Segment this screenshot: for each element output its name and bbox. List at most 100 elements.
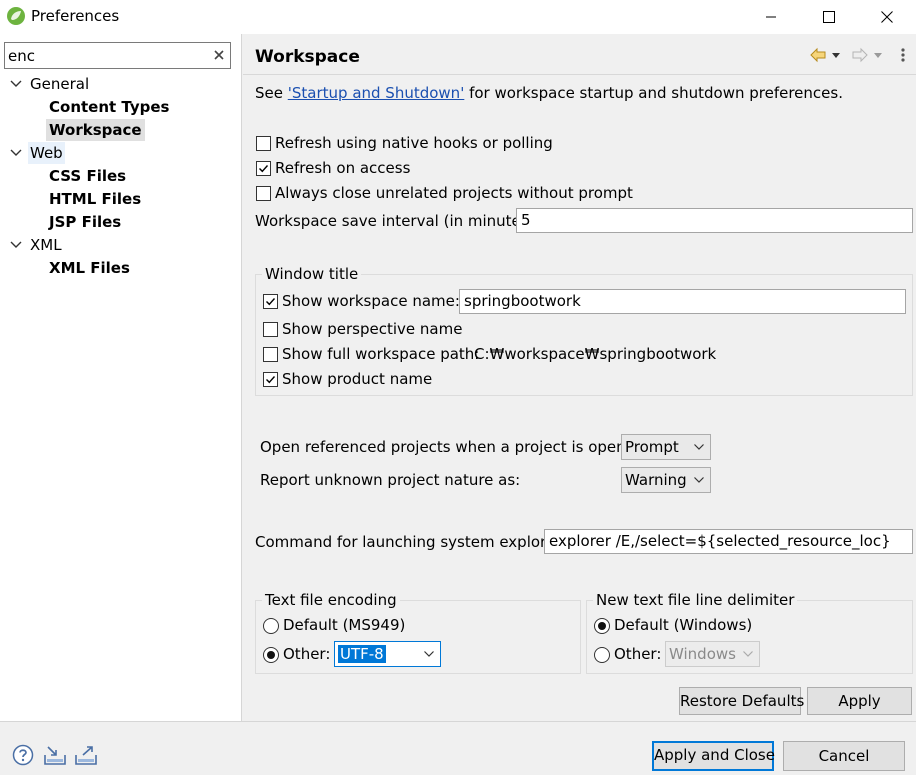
close-button[interactable] [858, 0, 916, 34]
chevron-down-icon[interactable] [10, 73, 22, 95]
maximize-icon [823, 11, 835, 23]
apply-and-close-button[interactable]: Apply and Close [652, 741, 775, 771]
help-icon[interactable] [12, 744, 34, 766]
checkmark-icon [266, 298, 276, 306]
window-title-group: Window title Show workspace name: spring… [255, 265, 913, 396]
explorer-command-input[interactable]: explorer /E,/select=${selected_resource_… [544, 529, 913, 554]
view-menu-icon[interactable] [896, 45, 910, 65]
footer-separator [0, 721, 916, 722]
tree-item-web[interactable]: Web [0, 142, 240, 164]
startup-shutdown-link[interactable]: 'Startup and Shutdown' [288, 84, 465, 102]
tree-item-workspace[interactable]: Workspace [0, 119, 240, 141]
save-interval-input[interactable]: 5 [516, 208, 913, 233]
tree-item-general[interactable]: General [0, 73, 240, 95]
refresh-on-access-checkbox[interactable] [256, 161, 271, 176]
tree-label-xml: XML [30, 236, 62, 254]
window-title-group-title: Window title [262, 265, 362, 283]
delimiter-other-radio[interactable] [594, 647, 610, 663]
hint-suffix: for workspace startup and shutdown prefe… [464, 84, 843, 102]
export-icon[interactable] [74, 744, 98, 766]
startup-hint: See 'Startup and Shutdown' for workspace… [255, 84, 843, 102]
close-icon [881, 11, 893, 23]
import-icon[interactable] [43, 744, 67, 766]
tree-label-content-types: Content Types [49, 98, 170, 116]
chevron-down-icon [694, 444, 704, 450]
open-referenced-value: Prompt [625, 438, 679, 456]
refresh-native-checkbox[interactable] [256, 136, 271, 151]
chevron-down-icon[interactable] [873, 50, 883, 60]
show-full-path-label: Show full workspace path: [282, 345, 480, 363]
full-workspace-path-value: C:₩workspace₩springbootwork [474, 345, 717, 363]
tree-label-web: Web [28, 142, 65, 164]
chevron-down-icon [743, 651, 753, 657]
apply-button[interactable]: Apply [807, 687, 912, 715]
back-arrow-icon[interactable] [808, 45, 828, 65]
always-close-label: Always close unrelated projects without … [275, 184, 633, 202]
tree-item-content-types[interactable]: Content Types [0, 96, 240, 118]
show-perspective-name-label: Show perspective name [282, 320, 463, 338]
maximize-button[interactable] [800, 0, 858, 34]
open-referenced-select[interactable]: Prompt [621, 434, 711, 460]
encoding-other-radio[interactable] [263, 647, 279, 663]
text-encoding-title: Text file encoding [262, 591, 400, 609]
preference-page: Workspace See 'Startup and Shutdown' for… [243, 34, 916, 721]
text-encoding-group: Text file encoding Default (MS949) Other… [255, 591, 581, 674]
unknown-nature-label: Report unknown project nature as: [260, 471, 521, 489]
title-bar: Preferences [0, 0, 916, 34]
encoding-other-label: Other: [283, 645, 331, 663]
tree-item-xml[interactable]: XML [0, 234, 240, 256]
checkmark-icon [266, 376, 276, 384]
tree-item-css-files[interactable]: CSS Files [0, 165, 240, 187]
encoding-other-select[interactable]: UTF-8 [334, 641, 441, 667]
delimiter-other-select[interactable]: Windows [665, 641, 760, 667]
chevron-down-icon [424, 651, 434, 657]
checkmark-icon [259, 165, 269, 173]
tree-item-html-files[interactable]: HTML Files [0, 188, 240, 210]
delimiter-default-radio[interactable] [594, 618, 610, 634]
minimize-icon [766, 16, 776, 18]
open-referenced-label: Open referenced projects when a project … [260, 438, 650, 456]
tree-label-general: General [30, 75, 90, 93]
tree-item-xml-files[interactable]: XML Files [0, 257, 240, 279]
chevron-down-icon[interactable] [10, 142, 22, 164]
tree-label-xml-files: XML Files [49, 259, 130, 277]
show-product-name-label: Show product name [282, 370, 433, 388]
tree-label-workspace: Workspace [46, 119, 145, 141]
page-navigation [808, 45, 913, 65]
hint-prefix: See [255, 84, 288, 102]
show-workspace-name-label: Show workspace name: [282, 292, 460, 310]
tree-label-css-files: CSS Files [49, 167, 127, 185]
show-product-name-checkbox[interactable] [263, 372, 278, 387]
filter-input[interactable] [8, 46, 203, 65]
forward-arrow-icon[interactable] [850, 45, 870, 65]
preference-tree-panel: General Content Types Workspace Web CSS … [0, 34, 242, 721]
spring-leaf-icon [6, 6, 26, 26]
always-close-checkbox[interactable] [256, 186, 271, 201]
chevron-down-icon[interactable] [831, 50, 841, 60]
show-full-path-checkbox[interactable] [263, 347, 278, 362]
restore-defaults-button[interactable]: Restore Defaults [679, 687, 804, 715]
show-workspace-name-checkbox[interactable] [263, 294, 278, 309]
clear-filter-icon[interactable] [211, 47, 227, 63]
encoding-default-label: Default (MS949) [283, 616, 406, 634]
explorer-command-label: Command for launching system explorer: [255, 533, 567, 551]
filter-box [4, 42, 231, 69]
workspace-name-input[interactable]: springbootwork [459, 289, 906, 314]
chevron-down-icon[interactable] [10, 234, 22, 256]
minimize-button[interactable] [742, 0, 800, 34]
cancel-button[interactable]: Cancel [783, 741, 905, 771]
tree-label-html-files: HTML Files [49, 190, 142, 208]
chevron-down-icon [694, 477, 704, 483]
window-title: Preferences [31, 7, 120, 25]
show-perspective-name-checkbox[interactable] [263, 322, 278, 337]
unknown-nature-value: Warning [625, 471, 687, 489]
page-title: Workspace [255, 47, 360, 67]
unknown-nature-select[interactable]: Warning [621, 467, 711, 493]
delimiter-other-label: Other: [614, 645, 662, 663]
delimiter-other-value: Windows [669, 645, 736, 663]
tree-item-jsp-files[interactable]: JSP Files [0, 211, 240, 233]
tree-label-jsp-files: JSP Files [49, 213, 122, 231]
delimiter-default-label: Default (Windows) [614, 616, 753, 634]
save-interval-label: Workspace save interval (in minutes): [255, 212, 540, 230]
encoding-default-radio[interactable] [263, 618, 279, 634]
